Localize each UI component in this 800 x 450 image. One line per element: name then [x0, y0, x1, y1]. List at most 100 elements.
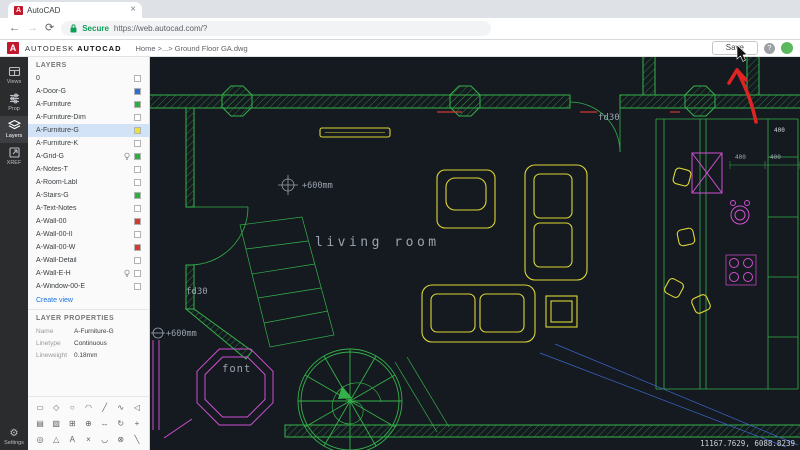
save-button[interactable]: Save [711, 41, 758, 55]
dimension-lines[interactable] [729, 161, 800, 169]
layer-color-swatch[interactable] [134, 75, 141, 82]
spline-tool[interactable]: ∿ [113, 400, 129, 414]
layer-color-swatch[interactable] [134, 88, 141, 95]
rail-item-label: Layers [5, 133, 23, 139]
layer-name: A-Wall-00-II [36, 231, 73, 238]
layer-row-A-Text-Notes[interactable]: A-Text-Notes [28, 202, 149, 215]
property-value[interactable]: Continuous [74, 340, 107, 347]
back-icon[interactable]: ← [9, 23, 20, 34]
layer-color-swatch[interactable] [134, 231, 141, 238]
sidebar-item-views[interactable]: Views [0, 62, 28, 89]
font-octagon[interactable] [196, 348, 274, 426]
point-tool[interactable]: ◁ [129, 400, 145, 414]
sidebar-item-properties[interactable]: Prop [0, 89, 28, 116]
layer-row-A-Grid-G[interactable]: A-Grid-G [28, 150, 149, 163]
layer-color-swatch[interactable] [134, 153, 141, 160]
circle-tool[interactable]: ○ [64, 400, 80, 414]
dim-label[interactable]: 400 [735, 154, 746, 161]
property-value[interactable]: 0.18mm [74, 352, 97, 359]
fixtures[interactable] [152, 152, 757, 439]
layer-color-swatch[interactable] [134, 140, 141, 147]
layer-color-swatch[interactable] [134, 192, 141, 199]
user-avatar[interactable] [781, 42, 793, 54]
layer-row-A-Wall-E-H[interactable]: A-Wall-E-H [28, 267, 149, 280]
layer-color-swatch[interactable] [134, 270, 141, 277]
living-room-label[interactable]: living room [315, 235, 440, 250]
layer-row-0[interactable]: 0 [28, 72, 149, 85]
offset-tool[interactable]: ⊕ [80, 416, 96, 430]
level-label-top[interactable]: +600mm [302, 181, 333, 191]
layer-color-swatch[interactable] [134, 244, 141, 251]
layer-name: 0 [36, 75, 40, 82]
layer-row-A-Furniture[interactable]: A-Furniture [28, 98, 149, 111]
cad-canvas[interactable]: +600mm +600mm living room font fd30 fd30… [150, 57, 800, 450]
layer-color-swatch[interactable] [134, 179, 141, 186]
dim-label[interactable]: 400 [770, 154, 781, 161]
dim-label[interactable]: 400 [774, 127, 785, 134]
polygon-tool[interactable]: ◇ [48, 400, 64, 414]
layer-row-A-Furniture-G[interactable]: A-Furniture-G [28, 124, 149, 137]
layer-row-A-Wall-Detail[interactable]: A-Wall-Detail [28, 254, 149, 267]
erase-tool[interactable]: × [80, 432, 96, 446]
breadcrumb[interactable]: Home >...> Ground Floor GA.dwg [136, 44, 248, 53]
layer-color-swatch[interactable] [134, 166, 141, 173]
layer-color-swatch[interactable] [134, 218, 141, 225]
layer-row-A-Room-Labl[interactable]: A-Room-Labl [28, 176, 149, 189]
sidebar-item-settings[interactable]: ⚙ Settings [0, 426, 28, 450]
dimension-tool[interactable]: ↔ [97, 416, 113, 430]
sink[interactable] [730, 205, 750, 225]
layer-row-A-Wall-00-II[interactable]: A-Wall-00-II [28, 228, 149, 241]
mirror-tool[interactable]: ╲ [129, 432, 145, 446]
forward-icon[interactable]: → [27, 23, 38, 34]
property-value[interactable]: A-Furniture-G [74, 328, 114, 335]
text-tool[interactable]: A [64, 432, 80, 446]
close-tab-icon[interactable]: × [130, 5, 136, 15]
layer-color-swatch[interactable] [134, 114, 141, 121]
cad-drawing[interactable]: +600mm +600mm living room font fd30 fd30… [150, 57, 800, 450]
layer-visibility-bulb-icon[interactable] [123, 269, 131, 278]
layer-color-swatch[interactable] [134, 101, 141, 108]
layer-color-swatch[interactable] [134, 283, 141, 290]
trim-tool[interactable]: ⊗ [113, 432, 129, 446]
sidebar-item-xref[interactable]: XREF [0, 143, 28, 170]
browser-tab-autocad[interactable]: A AutoCAD × [8, 2, 142, 18]
layer-name: A-Wall-00-W [36, 244, 76, 251]
layer-color-swatch[interactable] [134, 257, 141, 264]
layer-color-swatch[interactable] [134, 127, 141, 134]
door-label-right[interactable]: fd30 [598, 113, 620, 123]
create-view-link[interactable]: Create view [28, 293, 149, 310]
hatch-tool[interactable]: ▤ [32, 416, 48, 430]
level-label-bottom[interactable]: +600mm [166, 329, 197, 339]
rail-item-label: XREF [6, 160, 22, 166]
arc-tool[interactable]: ◠ [80, 400, 96, 414]
rail-item-label: Views [6, 79, 22, 85]
line-tool[interactable]: ╱ [97, 400, 113, 414]
triangle-tool[interactable]: △ [48, 432, 64, 446]
refresh-icon[interactable]: ⟳ [45, 23, 54, 34]
layer-color-swatch[interactable] [134, 205, 141, 212]
font-label[interactable]: font [222, 363, 251, 375]
layer-row-A-Notes-T[interactable]: A-Notes-T [28, 163, 149, 176]
layer-row-A-Wall-00-W[interactable]: A-Wall-00-W [28, 241, 149, 254]
array-tool[interactable]: ⊞ [64, 416, 80, 430]
layer-row-A-Furniture-Dim[interactable]: A-Furniture-Dim [28, 111, 149, 124]
layer-row-A-Stairs-G[interactable]: A-Stairs-G [28, 189, 149, 202]
sidebar-item-layers[interactable]: Layers [0, 116, 28, 143]
donut-tool[interactable]: ◎ [32, 432, 48, 446]
help-icon[interactable]: ? [764, 42, 775, 54]
pattern-tool[interactable]: ▨ [48, 416, 64, 430]
layer-row-A-Window-00-E[interactable]: A-Window-00-E [28, 280, 149, 293]
level-markers[interactable] [151, 175, 298, 339]
layer-visibility-bulb-icon[interactable] [123, 152, 131, 161]
door-label-left[interactable]: fd30 [186, 287, 208, 297]
layer-row-A-Door-G[interactable]: A-Door-G [28, 85, 149, 98]
rectangle-tool[interactable]: ▭ [32, 400, 48, 414]
layer-row-A-Furniture-K[interactable]: A-Furniture-K [28, 137, 149, 150]
rotate-tool[interactable]: ↻ [113, 416, 129, 430]
layer-property-linetype: Linetype Continuous [28, 337, 149, 349]
layer-row-A-Wall-00[interactable]: A-Wall-00 [28, 215, 149, 228]
url-field[interactable]: Secure https://web.autocad.com/? [61, 21, 492, 36]
add-tool[interactable]: + [129, 416, 145, 430]
hob[interactable] [729, 258, 739, 268]
arc-flip-tool[interactable]: ◡ [97, 432, 113, 446]
